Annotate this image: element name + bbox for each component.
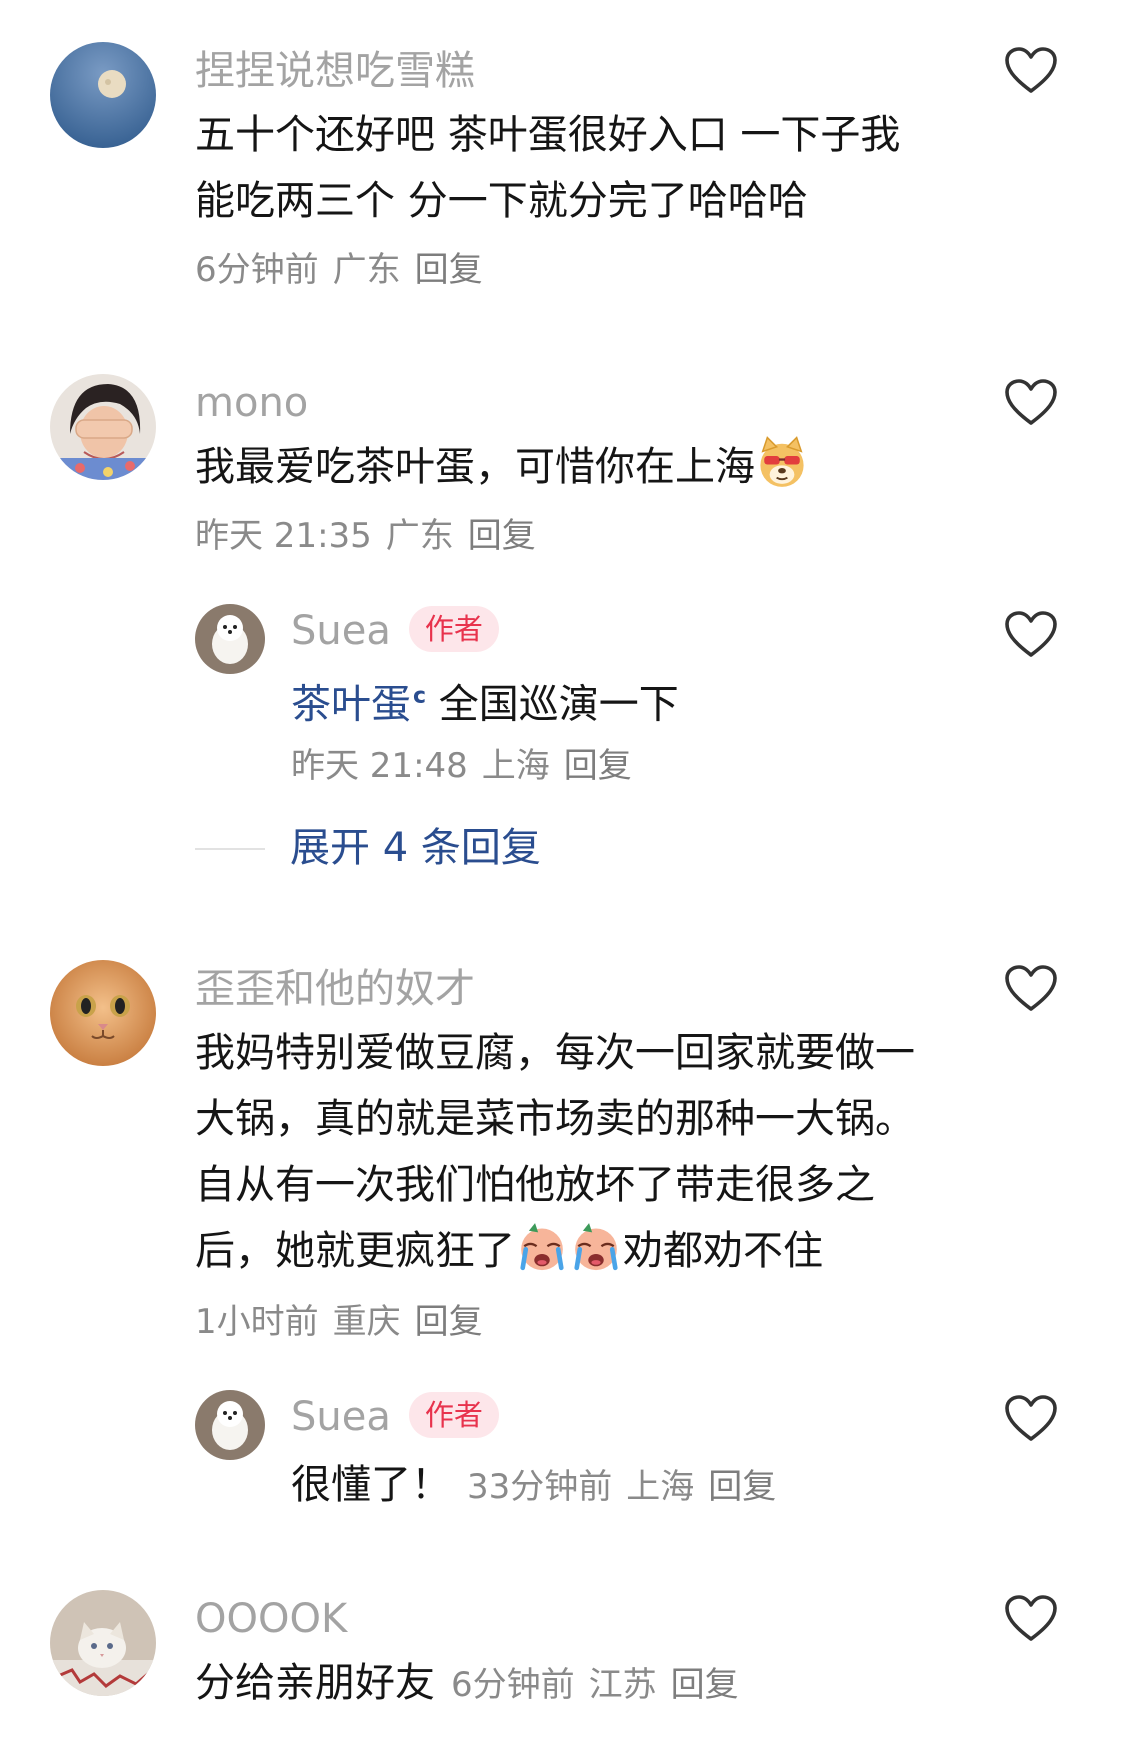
comment-location: 重庆 bbox=[332, 1302, 401, 1342]
search-link[interactable]: 茶叶蛋 bbox=[291, 681, 411, 727]
doge-sunglasses-emoji bbox=[755, 436, 809, 490]
comment-text: 分给亲朋好友 6分钟前 江苏 回复 bbox=[195, 1650, 753, 1718]
reply-username-text[interactable]: Suea bbox=[291, 1394, 391, 1440]
comment-username[interactable]: mono bbox=[195, 378, 308, 428]
like-heart-icon[interactable] bbox=[1004, 1394, 1058, 1444]
reply-text: 很懂了！ 33分钟前 上海 回复 bbox=[291, 1452, 790, 1520]
comment-text: 自从有一次我们怕他放坏了带走很多之 bbox=[195, 1162, 875, 1208]
like-heart-icon[interactable] bbox=[1004, 378, 1058, 428]
divider bbox=[195, 848, 265, 850]
user-avatar[interactable] bbox=[50, 42, 156, 148]
author-badge: 作者 bbox=[408, 1392, 499, 1438]
comment-location: 广东 bbox=[332, 250, 401, 290]
reply-time: 33分钟前 bbox=[467, 1467, 613, 1507]
reply-location: 上海 bbox=[481, 746, 550, 786]
reply-meta: 昨天 21:48 上海 回复 bbox=[291, 744, 646, 788]
comment-username[interactable]: 歪歪和他的奴才 bbox=[195, 964, 475, 1014]
reply-button[interactable]: 回复 bbox=[468, 516, 536, 556]
like-heart-icon[interactable] bbox=[1004, 46, 1058, 96]
moon-night-avatar-icon bbox=[50, 42, 156, 148]
reply-username: Suea 作者 bbox=[291, 1392, 499, 1442]
comment-meta: 昨天 21:35 广东 回复 bbox=[195, 514, 550, 558]
white-dog-avatar-icon bbox=[195, 1390, 265, 1460]
comment-text-body: 我最爱吃茶叶蛋，可惜你在上海 bbox=[195, 444, 755, 490]
user-avatar[interactable] bbox=[50, 1590, 156, 1696]
orange-cat-avatar-icon bbox=[50, 960, 156, 1066]
author-badge: 作者 bbox=[408, 606, 499, 652]
user-avatar[interactable] bbox=[50, 374, 156, 480]
comment-username[interactable]: 捏捏说想吃雪糕 bbox=[195, 46, 475, 96]
reply-button[interactable]: 回复 bbox=[708, 1467, 776, 1507]
crying-emoji bbox=[515, 1220, 569, 1274]
reply-button[interactable]: 回复 bbox=[564, 746, 632, 786]
search-icon[interactable]: 𝗰 bbox=[413, 684, 426, 709]
reply-button[interactable]: 回复 bbox=[415, 250, 483, 290]
reply-time: 昨天 21:48 bbox=[291, 746, 468, 786]
like-heart-icon[interactable] bbox=[1004, 610, 1058, 660]
reply-text-body: 全国巡演一下 bbox=[426, 681, 679, 728]
like-heart-icon[interactable] bbox=[1004, 964, 1058, 1014]
comment-username[interactable]: OOOOK bbox=[195, 1594, 347, 1644]
comment-text: 能吃两三个 分一下就分完了哈哈哈 bbox=[195, 178, 808, 224]
comment-text: 我妈特别爱做豆腐，每次一回家就要做一 bbox=[195, 1030, 915, 1076]
comment-meta: 1小时前 重庆 回复 bbox=[195, 1300, 497, 1344]
crying-emoji bbox=[569, 1220, 623, 1274]
white-kitten-avatar-icon bbox=[50, 1590, 156, 1696]
comment-text-body: 分给亲朋好友 bbox=[195, 1660, 435, 1706]
comment-text: 我最爱吃茶叶蛋，可惜你在上海 bbox=[195, 434, 809, 500]
comment-meta: 6分钟前 江苏 回复 bbox=[451, 1665, 753, 1705]
comment-location: 广东 bbox=[385, 516, 454, 556]
comment-time: 1小时前 bbox=[195, 1302, 319, 1342]
reply-meta: 33分钟前 上海 回复 bbox=[467, 1467, 790, 1507]
reply-button[interactable]: 回复 bbox=[415, 1302, 483, 1342]
author-avatar[interactable] bbox=[195, 1390, 265, 1460]
like-heart-icon[interactable] bbox=[1004, 1594, 1058, 1644]
comment-text: 五十个还好吧 茶叶蛋很好入口 一下子我 bbox=[195, 112, 901, 158]
comment-time: 6分钟前 bbox=[195, 250, 319, 290]
comment-time: 6分钟前 bbox=[451, 1665, 575, 1705]
expand-replies-label[interactable]: 展开 4 条回复 bbox=[290, 818, 541, 878]
reply-location: 上海 bbox=[626, 1467, 695, 1507]
reply-button[interactable]: 回复 bbox=[671, 1665, 739, 1705]
comment-location: 江苏 bbox=[588, 1665, 657, 1705]
comment-time: 昨天 21:35 bbox=[195, 516, 372, 556]
reply-username: Suea 作者 bbox=[291, 606, 499, 656]
reply-text: 茶叶蛋𝗰 全国巡演一下 bbox=[291, 664, 679, 737]
white-dog-avatar-icon bbox=[195, 604, 265, 674]
comment-meta: 6分钟前 广东 回复 bbox=[195, 248, 497, 292]
reply-text-body: 很懂了！ bbox=[291, 1462, 451, 1508]
author-avatar[interactable] bbox=[195, 604, 265, 674]
comment-text-part: 劝都劝不住 bbox=[623, 1228, 823, 1274]
comment-text: 大锅，真的就是菜市场卖的那种一大锅。 bbox=[195, 1096, 915, 1142]
reply-username-text[interactable]: Suea bbox=[291, 608, 391, 654]
user-avatar[interactable] bbox=[50, 960, 156, 1066]
comment-text: 后，她就更疯狂了 劝都劝不住 bbox=[195, 1218, 823, 1284]
girl-covering-eyes-avatar-icon bbox=[50, 374, 156, 480]
comment-text-part: 后，她就更疯狂了 bbox=[195, 1228, 515, 1274]
